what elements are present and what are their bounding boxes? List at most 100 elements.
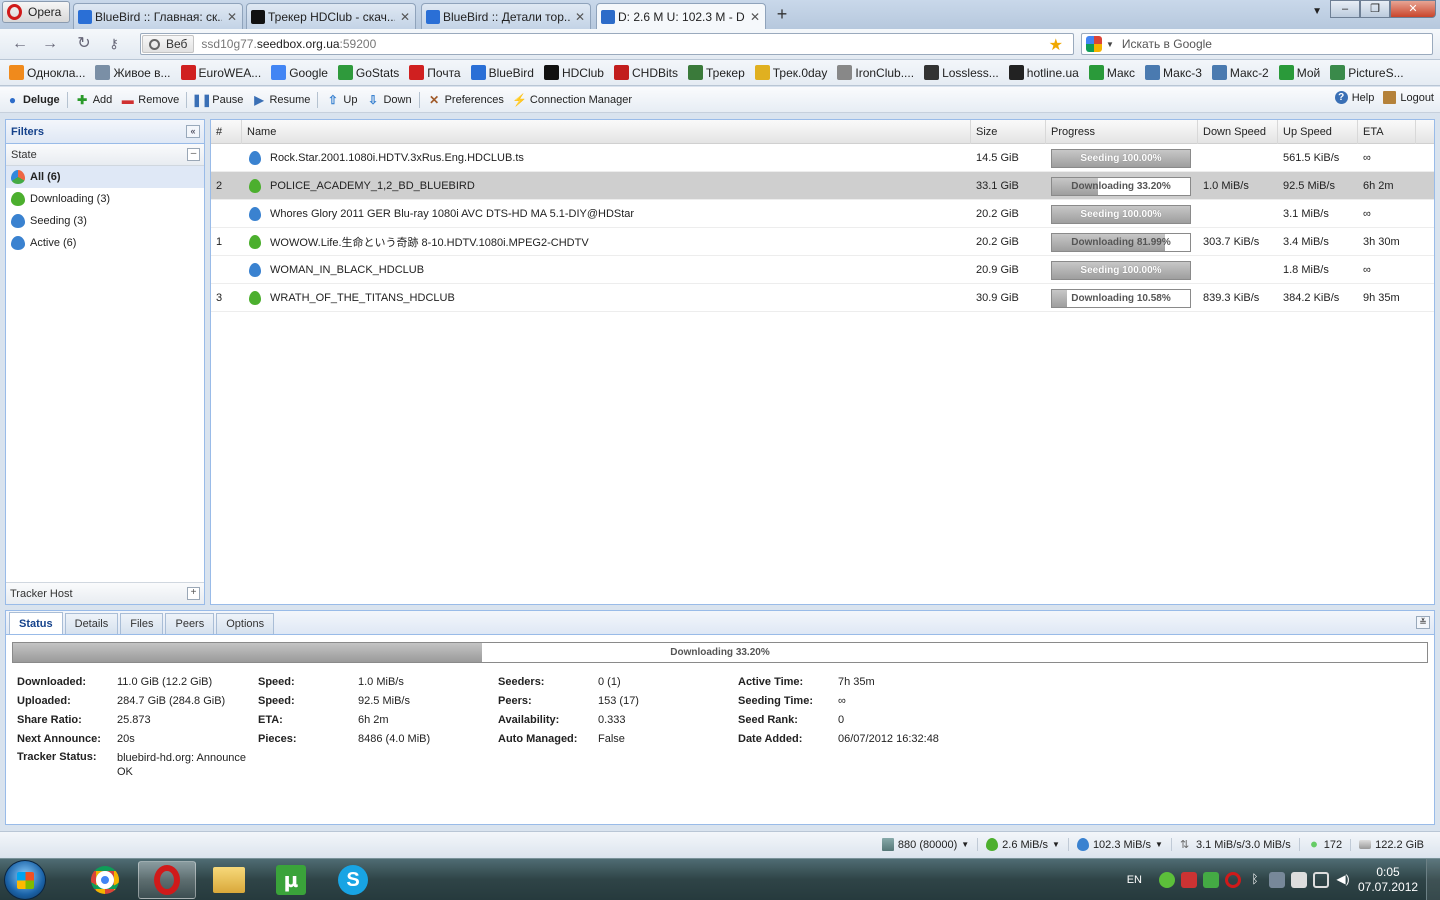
search-field[interactable]: ▼ Искать в Google [1081, 33, 1433, 55]
start-button[interactable] [4, 860, 46, 900]
minimize-button[interactable]: – [1330, 0, 1360, 18]
close-window-button[interactable]: ✕ [1390, 0, 1436, 18]
bookmark-item[interactable]: Почта [409, 65, 461, 80]
tray-volume-icon[interactable]: ◀) [1335, 872, 1351, 888]
filter-item[interactable]: All (6) [6, 166, 204, 188]
tracker-host-section[interactable]: Tracker Host + [6, 582, 204, 604]
taskbar-utorrent-icon[interactable]: µ [262, 861, 320, 899]
bookmark-item[interactable]: CHDBits [613, 65, 678, 80]
torrent-row[interactable]: Whores Glory 2011 GER Blu-ray 1080i AVC … [211, 200, 1434, 228]
search-engine-chevron-icon[interactable]: ▼ [1106, 40, 1114, 49]
browser-tab[interactable]: BlueBird :: Главная: ск... ✕ [73, 3, 243, 29]
opera-menu-button[interactable]: Opera [2, 1, 70, 23]
url-field[interactable]: Веб ssd10g77.seedbox.org.ua:59200 ★ [140, 33, 1074, 55]
bookmark-star-icon[interactable]: ★ [1049, 35, 1063, 55]
bookmark-item[interactable]: Макс-3 [1145, 65, 1202, 80]
connection-manager-button[interactable]: ⚡ Connection Manager [512, 93, 632, 107]
tray-monitor-icon[interactable] [1313, 872, 1329, 888]
taskbar-skype-icon[interactable]: S [324, 861, 382, 899]
logout-button[interactable]: Logout [1383, 91, 1434, 104]
bookmark-item[interactable]: hotline.ua [1008, 65, 1079, 80]
browser-tab[interactable]: BlueBird :: Детали тор... ✕ [421, 3, 591, 29]
tab-close-icon[interactable]: ✕ [399, 10, 411, 24]
bookmark-item[interactable]: Макс [1088, 65, 1135, 80]
bookmark-item[interactable]: Lossless... [924, 65, 999, 80]
column-header[interactable]: Name [242, 120, 971, 144]
bookmark-item[interactable]: EuroWEA... [180, 65, 261, 80]
upload-speed-status[interactable]: 102.3 MiB/s ▼ [1067, 838, 1171, 851]
key-icon[interactable]: ⚷ [104, 35, 124, 53]
bookmark-item[interactable]: BlueBird [470, 65, 534, 80]
details-tab[interactable]: Status [9, 612, 63, 634]
details-tab[interactable]: Details [64, 613, 119, 634]
bookmark-item[interactable]: HDClub [543, 65, 604, 80]
torrent-row[interactable]: 1 WOWOW.Life.生命という奇跡 8-10.HDTV.1080i.MPEG… [211, 228, 1434, 256]
tray-opera-icon[interactable] [1225, 872, 1241, 888]
collapse-down-icon[interactable]: ≚ [1416, 616, 1430, 629]
column-header[interactable]: Size [971, 120, 1046, 144]
tray-bluetooth-icon[interactable]: ᛒ [1247, 872, 1263, 888]
connections-status[interactable]: 880 (80000) ▼ [874, 838, 977, 851]
tab-close-icon[interactable]: ✕ [574, 10, 586, 24]
preferences-button[interactable]: ✕ Preferences [428, 93, 504, 107]
column-header[interactable]: Up Speed [1278, 120, 1358, 144]
pause-button[interactable]: ❚❚ Pause [192, 93, 244, 107]
tab-close-icon[interactable]: ✕ [226, 10, 238, 24]
bookmark-item[interactable]: Макс-2 [1211, 65, 1269, 80]
bookmark-item[interactable]: IronClub.... [837, 65, 914, 80]
restore-button[interactable]: ❐ [1360, 0, 1390, 18]
filter-item[interactable]: Seeding (3) [6, 210, 204, 232]
state-section-header[interactable]: State – [6, 144, 204, 166]
remove-button[interactable]: ▬ Remove [121, 93, 179, 107]
taskbar-opera-icon[interactable] [138, 861, 196, 899]
bookmark-item[interactable]: GoStats [337, 65, 399, 80]
torrent-row[interactable]: WOMAN_IN_BLACK_HDCLUB 20.9 GiB Seeding 100… [211, 256, 1434, 284]
torrent-row[interactable]: 3 WRATH_OF_THE_TITANS_HDCLUB 30.9 GiB Downl… [211, 284, 1434, 312]
back-button[interactable]: ← [10, 35, 30, 53]
taskbar-chrome-icon[interactable] [76, 861, 134, 899]
bookmark-item[interactable]: Трек.0day [754, 65, 827, 80]
add-button[interactable]: ✚ Add [76, 93, 112, 107]
column-header[interactable]: ETA [1358, 120, 1416, 144]
taskbar-explorer-icon[interactable] [200, 861, 258, 899]
download-speed-status[interactable]: 2.6 MiB/s ▼ [977, 838, 1068, 851]
web-badge[interactable]: Веб [142, 35, 195, 53]
help-button[interactable]: ? Help [1334, 91, 1374, 104]
tray-shield-icon[interactable] [1203, 872, 1219, 888]
column-header[interactable]: # [211, 120, 242, 144]
reload-button[interactable]: ↻ [74, 35, 94, 53]
bookmark-item[interactable]: Мой [1278, 65, 1320, 80]
collapse-left-icon[interactable]: « [186, 125, 200, 138]
browser-tab[interactable]: D: 2.6 M U: 102.3 M - D... ✕ [596, 3, 766, 30]
filter-item[interactable]: Active (6) [6, 232, 204, 254]
language-indicator[interactable]: EN [1127, 874, 1142, 886]
details-tab[interactable]: Files [120, 613, 164, 634]
column-header[interactable]: Progress [1046, 120, 1198, 144]
tray-chat-icon[interactable] [1159, 872, 1175, 888]
details-tab[interactable]: Peers [165, 613, 215, 634]
show-desktop-button[interactable] [1426, 859, 1440, 900]
tray-device-icon[interactable] [1269, 872, 1285, 888]
column-header[interactable]: Down Speed [1198, 120, 1278, 144]
resume-button[interactable]: ▶ Resume [252, 93, 310, 107]
tab-close-icon[interactable]: ✕ [749, 10, 761, 24]
bookmark-item[interactable]: PictureS... [1330, 65, 1404, 80]
bookmark-item[interactable]: Живое в... [95, 65, 171, 80]
details-tab[interactable]: Options [216, 613, 275, 634]
bookmark-item[interactable]: Google [271, 65, 328, 80]
google-icon[interactable] [1086, 36, 1102, 52]
browser-tab[interactable]: Трекер HDClub - скач... ✕ [246, 3, 416, 29]
new-tab-button[interactable]: + [772, 5, 792, 25]
filter-item[interactable]: Downloading (3) [6, 188, 204, 210]
tray-flag-icon[interactable] [1291, 872, 1307, 888]
expand-plus-icon[interactable]: + [187, 587, 200, 600]
tab-menu-chevron-icon[interactable]: ▼ [1312, 6, 1322, 17]
tray-antivirus-icon[interactable] [1181, 872, 1197, 888]
clock[interactable]: 0:05 07.07.2012 [1358, 865, 1418, 895]
collapse-minus-icon[interactable]: – [187, 148, 200, 161]
up-button[interactable]: ⇧ Up [326, 93, 358, 107]
torrent-row[interactable]: Rock.Star.2001.1080i.HDTV.3xRus.Eng.HDCL… [211, 144, 1434, 172]
forward-button[interactable]: → [40, 35, 60, 53]
torrent-row[interactable]: 2 POLICE_ACADEMY_1,2_BD_BLUEBIRD 33.1 GiB D… [211, 172, 1434, 200]
bookmark-item[interactable]: Трекер [688, 65, 745, 80]
